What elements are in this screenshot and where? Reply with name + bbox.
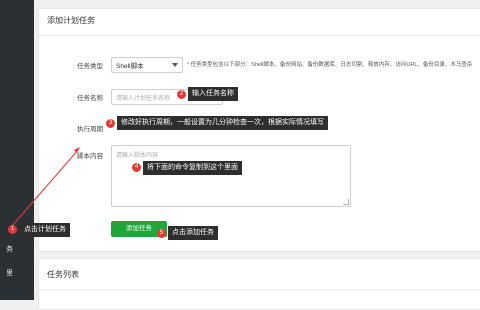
annotation-badge: 3 <box>106 119 115 128</box>
script-label: 脚本内容 <box>77 153 103 160</box>
annotation-callout: 点击计划任务 <box>20 223 70 237</box>
task-list-panel: 任务列表 <box>38 258 480 310</box>
script-placeholder: 请输入脚本内容 <box>116 153 159 159</box>
annotation-badge: 5 <box>157 229 166 238</box>
chevron-down-icon <box>172 63 178 67</box>
resize-grip-icon[interactable] <box>343 199 349 205</box>
task-type-label: 任务类型 <box>77 63 103 70</box>
task-type-hint-text: 任务类型包含以下部分：Shell脚本、备份网站、备份数据库、日志切割、释放内存、… <box>190 62 473 68</box>
period-label: 执行周期 <box>77 126 103 133</box>
task-name-placeholder: 请输入计划任务名称 <box>116 96 171 102</box>
task-type-value: Shell脚本 <box>116 63 144 70</box>
task-type-select[interactable]: Shell脚本 <box>111 57 183 73</box>
required-star: * <box>187 62 190 68</box>
add-task-panel: 添加计划任务 任务类型 Shell脚本 * 任务类型包含以下部分：Shell脚本… <box>38 8 480 252</box>
annotation-badge: 4 <box>132 163 141 172</box>
annotation-badge: 1 <box>8 225 17 234</box>
script-textarea[interactable]: 请输入脚本内容 <box>111 145 351 207</box>
divider <box>39 289 480 290</box>
main-content: 添加计划任务 任务类型 Shell脚本 * 任务类型包含以下部分：Shell脚本… <box>38 8 480 310</box>
annotation-callout: 修改好执行周期，一般设置为几分钟检查一次，根据实际情况填写 <box>117 116 328 130</box>
annotation-callout: 点击添加任务 <box>168 226 218 240</box>
annotation-callout: 将下面的命令复制到这个里面 <box>143 161 242 175</box>
panel-title: 添加计划任务 <box>47 16 95 25</box>
sidebar-item-fragment[interactable]: 里 <box>6 268 13 278</box>
task-list-title: 任务列表 <box>47 270 79 279</box>
annotation-badge: 2 <box>177 90 186 99</box>
task-type-hint: * 任务类型包含以下部分：Shell脚本、备份网站、备份数据库、日志切割、释放内… <box>187 60 472 68</box>
sidebar: 务 里 <box>0 0 34 300</box>
sidebar-item-fragment[interactable]: 务 <box>6 244 13 254</box>
divider <box>39 35 480 36</box>
task-name-label: 任务名称 <box>77 95 103 102</box>
annotation-callout: 输入任务名称 <box>188 87 238 101</box>
